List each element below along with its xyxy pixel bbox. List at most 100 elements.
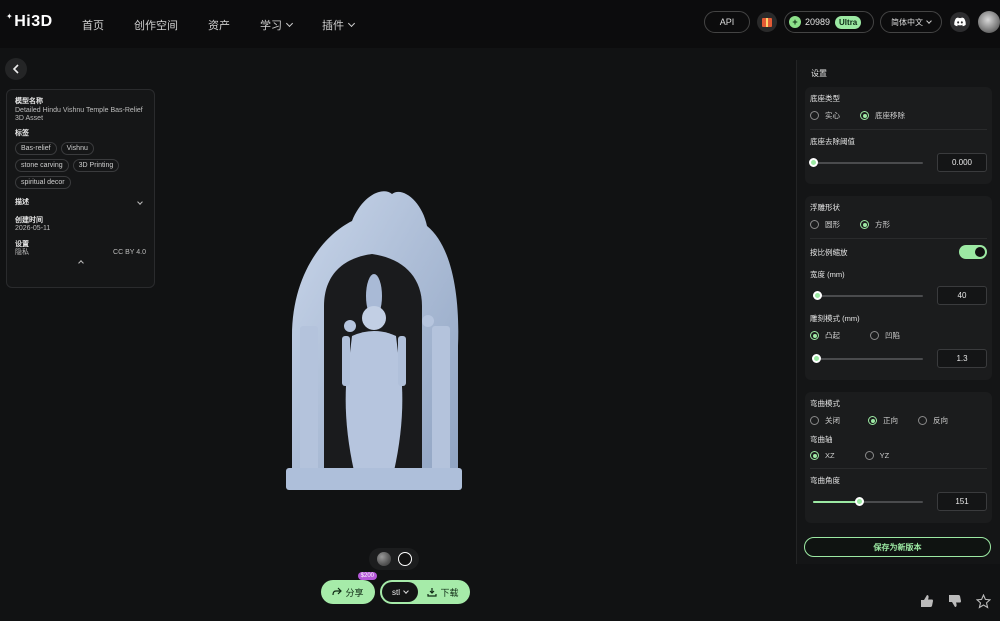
bend-angle-slider[interactable]: [813, 496, 923, 506]
download-group: stl 下载: [380, 580, 470, 604]
slider-handle[interactable]: [812, 290, 822, 300]
tag-chip[interactable]: spiritual decor: [15, 176, 71, 189]
tag-chip[interactable]: 3D Printing: [72, 159, 120, 172]
top-nav-bar: ✦Hi3D 首页 创作空间 资产 学习 插件 API + 20989 Ultra…: [0, 0, 1000, 48]
radio-indicator: [864, 451, 874, 460]
base-threshold-input[interactable]: 0.000: [937, 153, 987, 172]
tags-label: 标签: [15, 130, 29, 137]
privacy-label: 隐私: [15, 249, 29, 256]
chevron-down-icon: [403, 587, 409, 594]
nav-item-learn[interactable]: 学习: [260, 17, 294, 33]
settings-scroll[interactable]: 底座类型 实心 底座移除 底座去除阈值 0.000 浮雕形状 圆形 方形 按比例…: [805, 87, 992, 548]
proportional-scale-toggle[interactable]: [959, 245, 987, 259]
chevron-up-icon[interactable]: [77, 260, 84, 266]
viewer-actions: 分享 $200 stl 下载: [321, 572, 470, 604]
slider-handle[interactable]: [808, 157, 818, 167]
radio-off[interactable]: 关闭: [810, 415, 840, 426]
depth-slider[interactable]: [811, 353, 923, 363]
nav-item-home[interactable]: 首页: [82, 17, 104, 33]
radio-indicator: [860, 220, 869, 229]
radio-sunken[interactable]: 凹陷: [870, 330, 900, 341]
radio-solid[interactable]: 实心: [810, 110, 840, 121]
radio-indicator: [810, 451, 819, 460]
nav-item-assets[interactable]: 资产: [208, 17, 230, 33]
proportional-scale-label: 按比例缩放: [810, 247, 848, 257]
download-button[interactable]: 下载: [418, 586, 468, 599]
radio-yz[interactable]: YZ: [864, 451, 889, 460]
radio-xz[interactable]: XZ: [810, 451, 835, 460]
width-slider[interactable]: [812, 290, 923, 300]
textured-material-button[interactable]: [376, 552, 391, 566]
clay-material-button[interactable]: [397, 552, 412, 566]
radio-indicator: [860, 111, 869, 120]
share-button[interactable]: 分享 $200: [321, 572, 377, 604]
divider: [810, 468, 987, 469]
tag-chip[interactable]: stone carving: [15, 159, 69, 172]
download-icon: [427, 588, 438, 597]
base-threshold-row: 0.000: [808, 153, 987, 172]
base-section: 底座类型 实心 底座移除 底座去除阈值 0.000: [805, 87, 992, 184]
radio-square[interactable]: 方形: [860, 219, 890, 230]
discord-button[interactable]: [950, 12, 970, 32]
gift-button[interactable]: [757, 12, 777, 32]
description-toggle[interactable]: 描述: [15, 197, 146, 207]
radio-raised[interactable]: 凸起: [810, 330, 840, 341]
avatar[interactable]: [978, 11, 1000, 33]
3d-model-render[interactable]: [282, 186, 464, 492]
star-icon[interactable]: [976, 594, 992, 610]
sparkle-icon: ✦: [6, 12, 14, 21]
back-button[interactable]: [5, 58, 27, 80]
radio-circle[interactable]: 圆形: [810, 219, 840, 230]
base-threshold-label: 底座去除阈值: [810, 137, 855, 146]
base-threshold-slider[interactable]: [808, 157, 923, 167]
shape-section: 浮雕形状 圆形 方形 按比例缩放 宽度 (mm) 40 雕刻模式 (mm) 凸起…: [805, 196, 992, 380]
radio-indicator: [810, 416, 819, 425]
tag-chip[interactable]: Vishnu: [60, 142, 94, 155]
created-date: 2026-05-11: [15, 225, 51, 232]
chevron-left-icon: [12, 64, 19, 74]
tag-list: Bas-relief Vishnu stone carving 3D Print…: [15, 142, 146, 189]
bend-axis-radio-group: XZ YZ: [810, 451, 987, 460]
chevron-down-icon: [137, 199, 143, 205]
bend-angle-input[interactable]: 151: [937, 492, 987, 511]
slider-handle[interactable]: [811, 353, 821, 363]
radio-reverse[interactable]: 反向: [918, 415, 948, 426]
width-label: 宽度 (mm): [810, 270, 845, 279]
tag-chip[interactable]: Bas-relief: [15, 142, 57, 155]
radio-indicator: [810, 331, 819, 340]
bend-section: 弯曲模式 关闭 正向 反向 弯曲轴 XZ YZ 弯曲角度 151: [805, 392, 992, 523]
depth-row: 1.3: [810, 349, 987, 368]
carving-mode-radio-group: 凸起 凹陷: [810, 330, 987, 341]
slider-handle[interactable]: [854, 496, 864, 506]
settings-label: 设置: [15, 241, 29, 248]
radio-forward[interactable]: 正向: [868, 415, 898, 426]
credits-icon: +: [789, 16, 801, 28]
width-input[interactable]: 40: [937, 286, 987, 305]
chevron-down-icon: [285, 19, 294, 28]
plan-badge: Ultra: [835, 15, 862, 29]
nav-item-workspace[interactable]: 创作空间: [134, 17, 178, 33]
format-select[interactable]: stl: [382, 582, 418, 602]
created-label: 创建时间: [15, 217, 43, 224]
radio-indicator: [918, 416, 927, 425]
license-row: 隐私 CC BY 4.0: [15, 249, 146, 257]
save-new-version-button[interactable]: 保存为新版本: [804, 537, 991, 557]
chevron-down-icon: [347, 19, 356, 28]
logo[interactable]: ✦Hi3D: [6, 12, 53, 31]
relief-shape-radio-group: 圆形 方形: [810, 219, 987, 230]
reward-badge: $200: [357, 572, 377, 580]
bend-mode-radio-group: 关闭 正向 反向: [810, 415, 987, 426]
api-button[interactable]: API: [704, 11, 750, 33]
nav-item-plugins[interactable]: 插件: [322, 17, 356, 33]
credits-pill[interactable]: + 20989 Ultra: [784, 11, 874, 33]
thumbs-up-icon[interactable]: [920, 594, 936, 610]
material-toggle: [369, 548, 419, 570]
depth-input[interactable]: 1.3: [937, 349, 987, 368]
model-name: Detailed Hindu Vishnu Temple Bas-Relief …: [15, 107, 143, 122]
panel-title: 设置: [811, 69, 827, 78]
radio-indicator: [870, 331, 879, 340]
settings-panel: 设置 底座类型 实心 底座移除 底座去除阈值 0.000 浮雕形状 圆形 方形 …: [796, 60, 1000, 564]
language-select[interactable]: 简体中文: [880, 11, 942, 33]
thumbs-down-icon[interactable]: [948, 594, 964, 610]
radio-remove-base[interactable]: 底座移除: [860, 110, 905, 121]
